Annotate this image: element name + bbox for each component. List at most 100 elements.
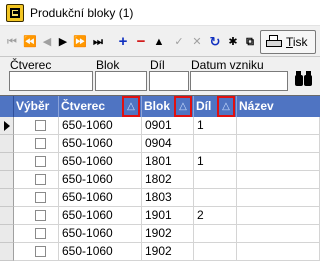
row-indicator[interactable] (0, 135, 14, 153)
vyber-cell (14, 207, 59, 225)
dil-filter-input[interactable] (149, 71, 189, 91)
select-checkbox[interactable] (35, 246, 46, 257)
vyber-cell (14, 243, 59, 261)
table-row[interactable]: 650-1060 0904 (14, 135, 320, 153)
row-indicator-header (0, 96, 14, 117)
select-checkbox[interactable] (35, 138, 46, 149)
select-checkbox[interactable] (35, 210, 46, 221)
dil-cell[interactable] (194, 135, 237, 153)
ctverec-cell[interactable]: 650-1060 (59, 135, 142, 153)
ctverec-cell[interactable]: 650-1060 (59, 243, 142, 261)
vyber-cell (14, 189, 59, 207)
ctverec-cell[interactable]: 650-1060 (59, 189, 142, 207)
nazev-cell[interactable] (237, 117, 320, 135)
title-bar: Produkční bloky (1) (0, 0, 320, 26)
table-row[interactable]: 650-1060 1801 1 (14, 153, 320, 171)
dil-cell[interactable] (194, 243, 237, 261)
add-icon[interactable]: + (116, 31, 130, 53)
blok-cell[interactable]: 0901 (142, 117, 194, 135)
nazev-cell[interactable] (237, 171, 320, 189)
cancel-icon[interactable]: ✕ (190, 31, 204, 53)
dil-cell[interactable]: 1 (194, 117, 237, 135)
vyber-cell (14, 225, 59, 243)
last-record-icon[interactable]: ⏭ (90, 31, 106, 53)
printer-icon (266, 35, 282, 49)
select-checkbox[interactable] (35, 156, 46, 167)
sort-ctverec-icon[interactable]: △ (122, 96, 140, 117)
ctverec-cell[interactable]: 650-1060 (59, 117, 142, 135)
grid-header: Výběr Čtverec Blok Díl Název △ △ △ (0, 96, 320, 117)
print-button-label: Tisk (286, 35, 308, 49)
refresh-icon[interactable]: ↻ (208, 31, 222, 53)
prev-record-icon[interactable]: ◀ (40, 31, 54, 53)
dil-cell[interactable] (194, 225, 237, 243)
blok-cell[interactable]: 1802 (142, 171, 194, 189)
table-row[interactable]: 650-1060 1802 (14, 171, 320, 189)
vyber-cell (14, 153, 59, 171)
select-checkbox[interactable] (35, 174, 46, 185)
print-button[interactable]: Tisk (260, 30, 316, 54)
blok-cell[interactable]: 1901 (142, 207, 194, 225)
select-checkbox[interactable] (35, 228, 46, 239)
dil-filter-label: Díl (150, 58, 165, 72)
table-row[interactable]: 650-1060 1902 (14, 225, 320, 243)
nazev-cell[interactable] (237, 243, 320, 261)
nazev-cell[interactable] (237, 153, 320, 171)
dil-cell[interactable]: 1 (194, 153, 237, 171)
confirm-icon[interactable]: ✓ (172, 31, 186, 53)
nazev-cell[interactable] (237, 135, 320, 153)
window-title: Produkční bloky (1) (30, 6, 134, 20)
move-up-icon[interactable]: ▲ (152, 31, 166, 53)
sort-blok-icon[interactable]: △ (174, 96, 192, 117)
row-indicator[interactable] (0, 171, 14, 189)
asterisk-icon[interactable]: ✱ (226, 31, 240, 53)
select-checkbox[interactable] (35, 120, 46, 131)
navigator-toolbar: ⏮ ⏪ ◀ ▶ ⏩ ⏭ + − ▲ ✓ ✕ ↻ ✱ ⧉ Tisk (0, 27, 320, 57)
table-row[interactable]: 650-1060 0901 1 (14, 117, 320, 135)
select-checkbox[interactable] (35, 192, 46, 203)
blok-cell[interactable]: 1902 (142, 225, 194, 243)
next-page-icon[interactable]: ⏩ (72, 31, 88, 53)
blok-cell[interactable]: 1803 (142, 189, 194, 207)
nazev-cell[interactable] (237, 189, 320, 207)
table-row[interactable]: 650-1060 1803 (14, 189, 320, 207)
table-row[interactable]: 650-1060 1902 (14, 243, 320, 261)
row-indicator[interactable] (0, 153, 14, 171)
table-row[interactable]: 650-1060 1901 2 (14, 207, 320, 225)
datum-filter-input[interactable] (190, 71, 288, 91)
prev-page-icon[interactable]: ⏪ (22, 31, 38, 53)
row-indicator[interactable] (0, 243, 14, 261)
row-indicator[interactable] (0, 207, 14, 225)
row-indicator[interactable] (0, 189, 14, 207)
blok-filter-label: Blok (96, 58, 120, 72)
row-indicator[interactable] (0, 117, 14, 135)
dil-cell[interactable] (194, 189, 237, 207)
search-binoculars-icon[interactable] (294, 70, 314, 90)
blok-cell[interactable]: 0904 (142, 135, 194, 153)
nazev-cell[interactable] (237, 207, 320, 225)
nazev-cell[interactable] (237, 225, 320, 243)
vyber-cell (14, 117, 59, 135)
ctverec-filter-input[interactable] (9, 71, 93, 91)
blok-cell[interactable]: 1902 (142, 243, 194, 261)
ctverec-cell[interactable]: 650-1060 (59, 171, 142, 189)
delete-icon[interactable]: − (134, 31, 148, 53)
copy-icon[interactable]: ⧉ (244, 31, 256, 53)
ctverec-cell[interactable]: 650-1060 (59, 225, 142, 243)
data-grid[interactable]: Výběr Čtverec Blok Díl Název △ △ △ 650-1… (0, 95, 320, 262)
app-icon (6, 4, 24, 22)
ctverec-filter-label: Čtverec (10, 58, 52, 72)
ctverec-cell[interactable]: 650-1060 (59, 153, 142, 171)
vyber-cell (14, 135, 59, 153)
dil-cell[interactable] (194, 171, 237, 189)
blok-filter-input[interactable] (95, 71, 147, 91)
column-header-vyber[interactable]: Výběr (14, 96, 59, 117)
dil-cell[interactable]: 2 (194, 207, 237, 225)
next-record-icon[interactable]: ▶ (56, 31, 70, 53)
row-indicator[interactable] (0, 225, 14, 243)
column-header-nazev[interactable]: Název (237, 96, 320, 117)
sort-dil-icon[interactable]: △ (217, 96, 235, 117)
ctverec-cell[interactable]: 650-1060 (59, 207, 142, 225)
first-record-icon[interactable]: ⏮ (4, 31, 20, 53)
blok-cell[interactable]: 1801 (142, 153, 194, 171)
